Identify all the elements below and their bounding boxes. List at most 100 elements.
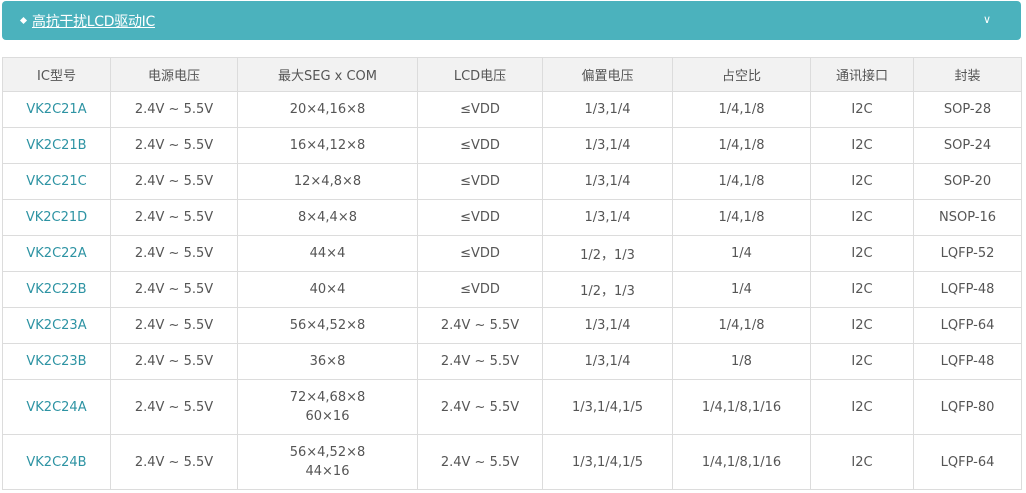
package-cell: LQFP-48 [913,343,1022,380]
accordion-header[interactable]: 高抗干扰LCD驱动IC ∨ [2,1,1021,40]
bias-voltage-cell: 1/3,1/4 [542,199,673,236]
product-table: IC型号 电源电压 最大SEG x COM LCD电压 偏置电压 占空比 通讯接… [2,57,1022,490]
ic-model-link[interactable]: VK2C23A [2,307,111,344]
lcd-voltage-cell: 2.4V ~ 5.5V [417,379,543,435]
seg-com-cell: 20×4,16×8 [237,91,418,128]
table-row: VK2C23A 2.4V ~ 5.5V 56×4,52×8 2.4V ~ 5.5V 1/… [2,307,1022,344]
chevron-down-icon[interactable]: ∨ [983,13,991,26]
supply-voltage-cell: 2.4V ~ 5.5V [110,379,238,435]
table-row: VK2C24A 2.4V ~ 5.5V 72×4,68×8 60×16 2.4V ~ 5… [2,379,1022,435]
interface-cell: I2C [810,163,914,200]
table-row: VK2C22B 2.4V ~ 5.5V 40×4 ≤VDD 1/2，1/3 1/4 I2C L… [2,271,1022,308]
duty-cycle-cell: 1/4 [672,235,811,272]
bias-voltage-cell: 1/3,1/4 [542,343,673,380]
seg-com-line: 40×4 [309,282,346,297]
package-cell: SOP-20 [913,163,1022,200]
supply-voltage-cell: 2.4V ~ 5.5V [110,235,238,272]
table-row: VK2C24B 2.4V ~ 5.5V 56×4,52×8 44×16 2.4V ~ 5… [2,434,1022,490]
seg-com-line: 56×4,52×8 [289,445,366,460]
interface-cell: I2C [810,235,914,272]
seg-com-cell: 12×4,8×8 [237,163,418,200]
lcd-voltage-cell: 2.4V ~ 5.5V [417,434,543,490]
seg-com-cell: 16×4,12×8 [237,127,418,164]
package-cell: SOP-28 [913,91,1022,128]
duty-cycle-cell: 1/4,1/8 [672,163,811,200]
diamond-bullet-icon [19,16,28,25]
interface-cell: I2C [810,434,914,490]
lcd-voltage-cell: ≤VDD [417,235,543,272]
interface-cell: I2C [810,379,914,435]
table-row: VK2C22A 2.4V ~ 5.5V 44×4 ≤VDD 1/2，1/3 1/4 I2C L… [2,235,1022,272]
bias-voltage-cell: 1/3,1/4 [542,163,673,200]
supply-voltage-cell: 2.4V ~ 5.5V [110,91,238,128]
supply-voltage-cell: 2.4V ~ 5.5V [110,271,238,308]
table-row: VK2C21B 2.4V ~ 5.5V 16×4,12×8 ≤VDD 1/3,1/4 1/… [2,127,1022,164]
ic-model-link[interactable]: VK2C21D [2,199,111,236]
seg-com-line: 60×16 [305,409,350,424]
table-header-row: IC型号 电源电压 最大SEG x COM LCD电压 偏置电压 占空比 通讯接… [2,57,1022,92]
seg-com-line: 44×4 [309,246,346,261]
column-header: LCD电压 [417,57,543,92]
table-row: VK2C21D 2.4V ~ 5.5V 8×4,4×8 ≤VDD 1/3,1/4 1/4,… [2,199,1022,236]
duty-cycle-cell: 1/4,1/8 [672,91,811,128]
ic-model-link[interactable]: VK2C21A [2,91,111,128]
ic-model-link[interactable]: VK2C22B [2,271,111,308]
column-header: 电源电压 [110,57,238,92]
ic-model-link[interactable]: VK2C24B [2,434,111,490]
lcd-voltage-cell: 2.4V ~ 5.5V [417,307,543,344]
seg-com-line: 56×4,52×8 [289,318,366,333]
supply-voltage-cell: 2.4V ~ 5.5V [110,434,238,490]
ic-model-link[interactable]: VK2C21C [2,163,111,200]
column-header: 通讯接口 [810,57,914,92]
seg-com-line: 12×4,8×8 [293,174,362,189]
seg-com-cell: 44×4 [237,235,418,272]
duty-cycle-cell: 1/4,1/8 [672,127,811,164]
table-row: VK2C21A 2.4V ~ 5.5V 20×4,16×8 ≤VDD 1/3,1/4 1/… [2,91,1022,128]
column-header: 偏置电压 [542,57,673,92]
package-cell: LQFP-48 [913,271,1022,308]
duty-cycle-cell: 1/4,1/8 [672,307,811,344]
lcd-voltage-cell: ≤VDD [417,271,543,308]
table-row: VK2C21C 2.4V ~ 5.5V 12×4,8×8 ≤VDD 1/3,1/4 1/4… [2,163,1022,200]
package-cell: LQFP-52 [913,235,1022,272]
supply-voltage-cell: 2.4V ~ 5.5V [110,343,238,380]
package-cell: LQFP-64 [913,434,1022,490]
lcd-voltage-cell: ≤VDD [417,91,543,128]
seg-com-line: 16×4,12×8 [289,138,366,153]
bias-voltage-cell: 1/3,1/4 [542,307,673,344]
duty-cycle-cell: 1/4 [672,271,811,308]
seg-com-cell: 40×4 [237,271,418,308]
package-cell: SOP-24 [913,127,1022,164]
interface-cell: I2C [810,307,914,344]
duty-cycle-cell: 1/4,1/8,1/16 [672,434,811,490]
package-cell: NSOP-16 [913,199,1022,236]
seg-com-line: 72×4,68×8 [289,390,366,405]
ic-model-link[interactable]: VK2C21B [2,127,111,164]
interface-cell: I2C [810,199,914,236]
column-header: IC型号 [2,57,111,92]
seg-com-cell: 36×8 [237,343,418,380]
supply-voltage-cell: 2.4V ~ 5.5V [110,127,238,164]
seg-com-cell: 56×4,52×8 [237,307,418,344]
seg-com-cell: 8×4,4×8 [237,199,418,236]
interface-cell: I2C [810,271,914,308]
interface-cell: I2C [810,91,914,128]
seg-com-line: 8×4,4×8 [297,210,357,225]
column-header: 占空比 [672,57,811,92]
ic-model-link[interactable]: VK2C24A [2,379,111,435]
ic-model-link[interactable]: VK2C22A [2,235,111,272]
section-title[interactable]: 高抗干扰LCD驱动IC [32,11,155,31]
seg-com-cell: 56×4,52×8 44×16 [237,434,418,490]
column-header: 封装 [913,57,1022,92]
seg-com-line: 44×16 [305,464,350,479]
duty-cycle-cell: 1/4,1/8,1/16 [672,379,811,435]
ic-model-link[interactable]: VK2C23B [2,343,111,380]
supply-voltage-cell: 2.4V ~ 5.5V [110,163,238,200]
bias-voltage-cell: 1/3,1/4,1/5 [542,434,673,490]
duty-cycle-cell: 1/4,1/8 [672,199,811,236]
lcd-voltage-cell: ≤VDD [417,163,543,200]
column-header: 最大SEG x COM [237,57,418,92]
seg-com-line: 20×4,16×8 [289,102,366,117]
interface-cell: I2C [810,127,914,164]
package-cell: LQFP-64 [913,307,1022,344]
